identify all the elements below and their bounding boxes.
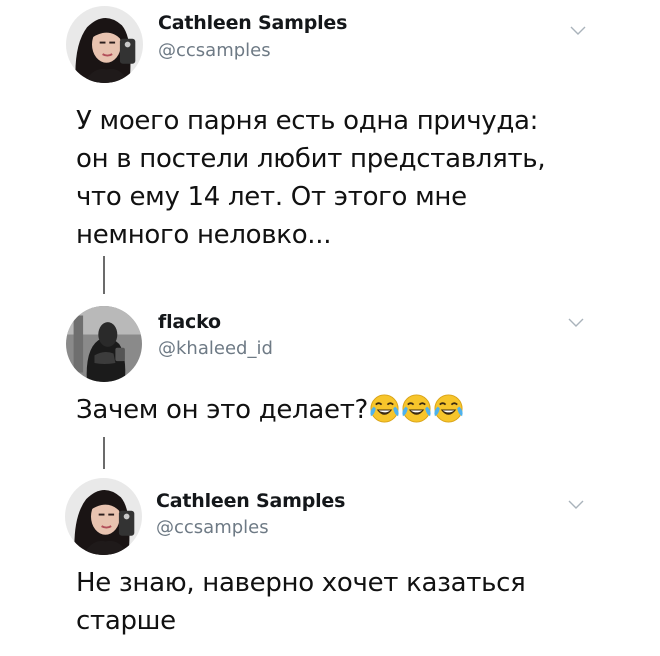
face-with-tears-of-joy-icon [433, 393, 464, 424]
avatar-image [66, 6, 143, 83]
tweet-text-line: что ему 14 лет. От этого мне [76, 182, 467, 212]
avatar-image [66, 306, 142, 382]
face-with-tears-of-joy-icon [369, 393, 400, 424]
thread-connector-line [103, 256, 105, 294]
face-with-tears-of-joy-icon [401, 393, 432, 424]
tweet-text: Не знаю, наверно хочет казаться старше [76, 564, 526, 640]
chevron-down-icon[interactable] [570, 26, 586, 36]
tweet-text-line: У моего парня есть одна причуда: [76, 106, 539, 136]
thread-connector-line [103, 437, 105, 469]
tweet-text-line: старше [76, 606, 176, 636]
tweet-text: Зачем он это делает? [76, 391, 464, 429]
display-name[interactable]: Cathleen Samples [158, 12, 347, 34]
avatar[interactable] [65, 478, 142, 555]
tweet-text-line: Не знаю, наверно хочет казаться [76, 568, 526, 598]
avatar[interactable] [66, 6, 143, 83]
avatar-image [65, 478, 142, 555]
tweet-1: Cathleen Samples @ccsamples У моего парн… [0, 0, 660, 262]
tweet-text-line: немного неловко... [76, 220, 332, 250]
display-name[interactable]: flacko [158, 311, 221, 333]
chevron-down-icon[interactable] [568, 500, 584, 510]
tweet-text: У моего парня есть одна причуда: он в по… [76, 102, 546, 254]
handle[interactable]: @ccsamples [158, 40, 271, 61]
display-name[interactable]: Cathleen Samples [156, 490, 345, 512]
tweet-text-line: он в постели любит представлять, [76, 144, 546, 174]
tweet-text-line: Зачем он это делает? [76, 395, 369, 425]
chevron-down-icon[interactable] [568, 318, 584, 328]
avatar[interactable] [66, 306, 142, 382]
tweet-2: flacko @khaleed_id Зачем он это делает? [0, 300, 660, 440]
tweet-3: Cathleen Samples @ccsamples Не знаю, нав… [0, 474, 660, 656]
handle[interactable]: @khaleed_id [158, 338, 273, 359]
handle[interactable]: @ccsamples [156, 517, 269, 538]
